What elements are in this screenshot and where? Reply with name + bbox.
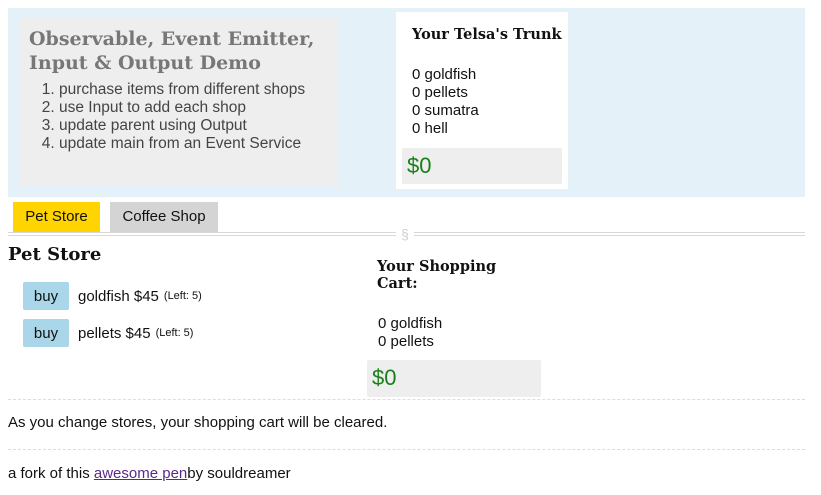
- step-item: purchase items from different shops: [59, 81, 327, 99]
- cart-items: 0 goldfish 0 pellets: [367, 315, 541, 351]
- trunk-total: $0: [402, 148, 562, 184]
- shopping-cart: Your Shopping Cart: 0 goldfish 0 pellets…: [367, 258, 541, 397]
- buy-pellets-button[interactable]: buy: [23, 319, 69, 347]
- product-row: buy pellets $45 (Left: 5): [23, 319, 193, 347]
- tab-coffee-shop[interactable]: Coffee Shop: [110, 202, 218, 232]
- section-mark-icon: §: [396, 225, 414, 243]
- step-item: update main from an Event Service: [59, 135, 327, 153]
- store-title: Pet Store: [8, 244, 102, 265]
- trunk-title: Your Telsa's Trunk: [412, 26, 562, 43]
- buy-goldfish-button[interactable]: buy: [23, 282, 69, 310]
- intro-box: Observable, Event Emitter, Input & Outpu…: [19, 17, 337, 185]
- store-change-note: As you change stores, your shopping cart…: [8, 414, 388, 431]
- steps-list: purchase items from different shops use …: [29, 81, 327, 153]
- footer: a fork of this awesome penby souldreamer: [8, 465, 291, 482]
- trunk-items: 0 goldfish 0 pellets 0 sumatra 0 hell: [402, 66, 562, 138]
- awesome-pen-link[interactable]: awesome pen: [94, 465, 187, 482]
- cart-title: Your Shopping Cart:: [377, 258, 497, 292]
- cart-item: 0 goldfish: [378, 315, 443, 332]
- trunk-panel: Your Telsa's Trunk 0 goldfish 0 pellets …: [396, 12, 568, 189]
- header-panel: Observable, Event Emitter, Input & Outpu…: [8, 8, 805, 197]
- step-item: use Input to add each shop: [59, 99, 327, 117]
- trunk-item: 0 hell: [412, 120, 448, 137]
- trunk-item: 0 pellets: [412, 84, 468, 101]
- footer-suffix: by souldreamer: [187, 465, 291, 482]
- trunk-item: 0 sumatra: [412, 102, 479, 119]
- stock-left: (Left: 5): [163, 290, 202, 302]
- divider: [8, 399, 805, 400]
- stock-left: (Left: 5): [155, 327, 194, 339]
- product-name: goldfish $45: [78, 287, 159, 305]
- trunk-item: 0 goldfish: [412, 66, 477, 83]
- page-title: Observable, Event Emitter, Input & Outpu…: [29, 28, 315, 74]
- divider: [8, 449, 805, 450]
- footer-prefix: a fork of this: [8, 465, 94, 482]
- step-item: update parent using Output: [59, 117, 327, 135]
- cart-total: $0: [367, 360, 541, 397]
- product-name: pellets $45: [78, 324, 151, 342]
- product-row: buy goldfish $45 (Left: 5): [23, 282, 202, 310]
- cart-item: 0 pellets: [378, 333, 434, 350]
- tab-pet-store[interactable]: Pet Store: [13, 202, 100, 232]
